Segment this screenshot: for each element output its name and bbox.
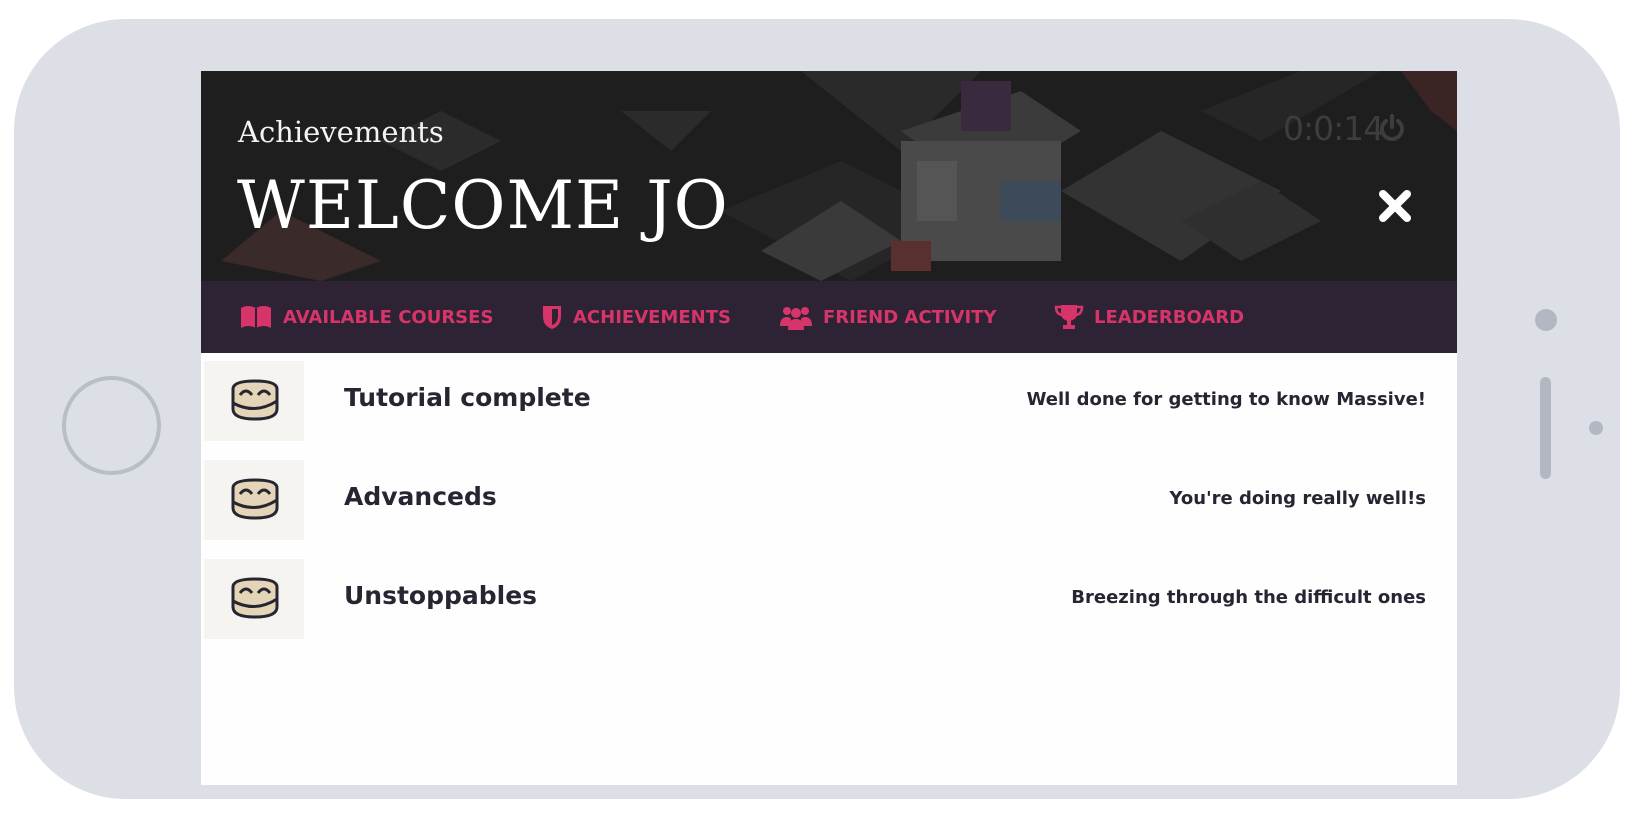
achievement-title: Tutorial complete	[344, 383, 591, 412]
home-button[interactable]	[62, 376, 161, 475]
book-icon	[241, 306, 271, 328]
nav-label: AVAILABLE COURSES	[283, 306, 494, 328]
main-nav: AVAILABLE COURSES ACHIEVEMENTS FRIEND AC…	[201, 281, 1457, 353]
nav-available-courses[interactable]: AVAILABLE COURSES	[239, 281, 493, 353]
nav-leaderboard[interactable]: LEADERBOARD	[1054, 281, 1244, 353]
phone-frame: Achievements WELCOME JO 0:0:14 AVAILABLE…	[14, 19, 1620, 799]
achievement-description: You're doing really well!s	[1169, 488, 1426, 509]
nav-friend-activity[interactable]: FRIEND ACTIVITY	[779, 281, 996, 353]
trophy-icon	[1054, 305, 1084, 329]
nav-label: FRIEND ACTIVITY	[823, 306, 997, 328]
achievement-thumb	[204, 460, 304, 540]
nav-achievements[interactable]: ACHIEVEMENTS	[541, 281, 731, 353]
session-timer: 0:0:14	[1283, 109, 1384, 148]
speaker-bar	[1540, 377, 1551, 479]
hero-header: Achievements WELCOME JO 0:0:14	[201, 71, 1457, 281]
achievement-title: Advanceds	[344, 482, 497, 511]
nav-label: ACHIEVEMENTS	[573, 306, 731, 328]
close-icon[interactable]	[1375, 186, 1415, 226]
nav-label: LEADERBOARD	[1094, 306, 1245, 328]
owl-icon	[231, 379, 279, 421]
power-icon[interactable]	[1376, 112, 1408, 144]
achievement-title: Unstoppables	[344, 581, 538, 610]
page-subtitle: Achievements	[238, 115, 444, 149]
achievement-description: Breezing through the difficult ones	[1071, 587, 1426, 608]
achievement-thumb	[204, 361, 304, 441]
owl-icon	[231, 577, 279, 619]
users-icon	[780, 307, 812, 330]
app-screen: Achievements WELCOME JO 0:0:14 AVAILABLE…	[201, 71, 1457, 785]
achievement-description: Well done for getting to know Massive!	[1026, 389, 1426, 410]
achievement-row[interactable]: Advanceds You're doing really well!s	[201, 460, 1457, 540]
camera-dot	[1535, 309, 1557, 331]
achievement-row[interactable]: Tutorial complete Well done for getting …	[201, 361, 1457, 441]
achievement-row[interactable]: Unstoppables Breezing through the diffic…	[201, 559, 1457, 639]
owl-icon	[231, 478, 279, 520]
welcome-title: WELCOME JO	[237, 167, 729, 244]
shield-icon	[543, 306, 561, 329]
sensor-dot	[1589, 421, 1603, 435]
achievement-thumb	[204, 559, 304, 639]
